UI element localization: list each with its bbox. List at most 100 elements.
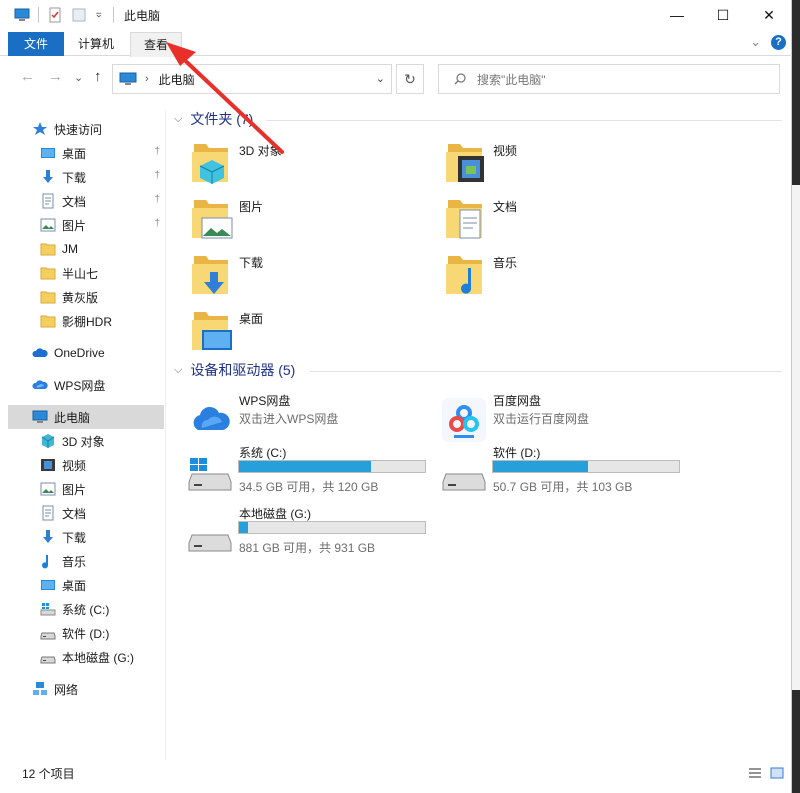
status-bar: 12 个项目 bbox=[0, 760, 792, 786]
pin-icon[interactable]: † bbox=[154, 218, 160, 229]
folder-item[interactable]: 桌面 bbox=[170, 306, 410, 356]
folder-label: 3D 对象 bbox=[239, 144, 282, 158]
breadcrumb-location[interactable]: 此电脑 bbox=[159, 71, 195, 88]
tab-computer[interactable]: 计算机 bbox=[68, 32, 124, 56]
devices-group-title: 设备和驱动器 (5) bbox=[190, 362, 296, 378]
drive-usage-fill bbox=[493, 461, 588, 472]
folder-item[interactable]: 下载 bbox=[170, 250, 410, 300]
window-title: 此电脑 bbox=[124, 8, 161, 23]
folder-icon bbox=[40, 289, 56, 305]
folder-item[interactable]: 文档 bbox=[424, 194, 664, 244]
close-button[interactable]: ✕ bbox=[746, 0, 792, 30]
drive-usage-bar bbox=[238, 521, 426, 534]
sidebar-item[interactable]: 半山七 bbox=[8, 261, 164, 285]
background-window-panel bbox=[792, 185, 800, 690]
sidebar-item[interactable]: 黄灰版 bbox=[8, 285, 164, 309]
up-button[interactable]: ↑ bbox=[94, 68, 102, 85]
drive-name: 系统 (C:) bbox=[239, 446, 287, 460]
drive-icon bbox=[442, 473, 486, 491]
forward-button[interactable]: → bbox=[48, 68, 63, 85]
customize-toolbar-icon[interactable] bbox=[95, 7, 105, 23]
folder-item[interactable]: 3D 对象 bbox=[170, 138, 410, 188]
collapse-chevron-icon[interactable]: ⌵ bbox=[174, 113, 182, 126]
picture-folder-icon bbox=[192, 200, 233, 239]
sidebar-item[interactable]: 视频 bbox=[8, 453, 164, 477]
sidebar-item-label: WPS网盘 bbox=[54, 378, 106, 393]
sidebar-item[interactable]: 3D 对象 bbox=[8, 429, 164, 453]
drive-usage-fill bbox=[239, 522, 249, 533]
wps-cloud-item[interactable]: WPS网盘 双击进入WPS网盘 bbox=[170, 392, 430, 448]
desktop-folder-icon bbox=[192, 312, 232, 350]
toolbar-divider bbox=[113, 7, 114, 23]
sidebar-item[interactable]: 影棚HDR bbox=[8, 309, 164, 333]
folder-icon bbox=[40, 265, 56, 281]
sidebar-item[interactable]: 下载 bbox=[8, 525, 164, 549]
folder-item[interactable]: 音乐 bbox=[424, 250, 664, 300]
collapse-chevron-icon[interactable]: ⌵ bbox=[174, 364, 182, 377]
sidebar-item[interactable]: 音乐 bbox=[8, 549, 164, 573]
maximize-button[interactable]: ☐ bbox=[700, 0, 746, 30]
sidebar-item[interactable]: 下载 † bbox=[8, 165, 164, 189]
sidebar-item[interactable]: 桌面 † bbox=[8, 141, 164, 165]
drive-item[interactable]: 本地磁盘 (G:) 881 GB 可用，共 931 GB bbox=[170, 505, 430, 561]
address-bar[interactable]: › 此电脑 ⌄ bbox=[112, 64, 392, 94]
sidebar-item[interactable]: 本地磁盘 (G:) bbox=[8, 645, 164, 669]
baidu-netdisk-item[interactable]: 百度网盘 双击运行百度网盘 bbox=[424, 392, 684, 448]
devices-group-header[interactable]: ⌵ 设备和驱动器 (5) bbox=[174, 359, 295, 381]
download-icon bbox=[40, 529, 56, 545]
sidebar-item[interactable]: 此电脑 bbox=[8, 405, 164, 429]
file-explorer-window: 此电脑 — ☐ ✕ 文件 计算机 查看 ⌄ ? ← → ⌄ ↑ › 此电脑 ⌄ … bbox=[0, 0, 792, 793]
cloud-icon bbox=[32, 345, 48, 361]
pin-icon[interactable]: † bbox=[154, 194, 160, 205]
help-button[interactable]: ? bbox=[771, 34, 786, 50]
video-icon bbox=[40, 457, 56, 473]
sidebar-item[interactable]: 图片 † bbox=[8, 213, 164, 237]
navigation-pane: 快速访问 桌面 † 下载 † 文档 † 图片 † JM 半山七 黄灰版 影棚HDR OneDrive WPS… bbox=[0, 110, 166, 760]
sidebar-item[interactable]: 文档 † bbox=[8, 189, 164, 213]
tab-view[interactable]: 查看 bbox=[130, 32, 182, 57]
sidebar-item[interactable]: WPS网盘 bbox=[8, 373, 164, 397]
folder-item[interactable]: 视频 bbox=[424, 138, 664, 188]
sidebar-item[interactable]: 软件 (D:) bbox=[8, 621, 164, 645]
sidebar-item-label: 桌面 bbox=[62, 578, 87, 593]
network-icon bbox=[32, 681, 48, 697]
picture-icon bbox=[40, 481, 56, 497]
sidebar-item[interactable]: OneDrive bbox=[8, 341, 164, 365]
new-folder-icon[interactable] bbox=[71, 7, 87, 23]
drive-usage-bar bbox=[238, 460, 426, 473]
baidu-netdisk-icon bbox=[442, 398, 486, 442]
sidebar-item-label: 快速访问 bbox=[54, 122, 103, 137]
large-icons-view-icon[interactable] bbox=[770, 767, 784, 779]
back-button[interactable]: ← bbox=[20, 68, 35, 85]
sidebar-item[interactable]: 网络 bbox=[8, 677, 164, 701]
minimize-button[interactable]: — bbox=[654, 0, 700, 30]
details-view-icon[interactable] bbox=[748, 767, 762, 779]
download-icon bbox=[40, 169, 56, 185]
sidebar-item[interactable]: 快速访问 bbox=[8, 117, 164, 141]
tab-file[interactable]: 文件 bbox=[8, 32, 64, 56]
sidebar-item-label: 本地磁盘 (G:) bbox=[62, 650, 134, 665]
sidebar-item[interactable]: JM bbox=[8, 237, 164, 261]
sidebar-item-label: 3D 对象 bbox=[62, 434, 105, 449]
refresh-button[interactable]: ↻ bbox=[396, 64, 424, 94]
sidebar-item[interactable]: 文档 bbox=[8, 501, 164, 525]
folders-group-header[interactable]: ⌵ 文件夹 (7) bbox=[174, 108, 253, 130]
properties-icon[interactable] bbox=[47, 7, 63, 23]
recent-locations-button[interactable]: ⌄ bbox=[74, 71, 83, 84]
pin-icon[interactable]: † bbox=[154, 170, 160, 181]
sidebar-item[interactable]: 桌面 bbox=[8, 573, 164, 597]
search-input[interactable]: 搜索"此电脑" bbox=[438, 64, 780, 94]
drive-item[interactable]: 软件 (D:) 50.7 GB 可用，共 103 GB bbox=[424, 444, 684, 500]
drive-item[interactable]: 系统 (C:) 34.5 GB 可用，共 120 GB bbox=[170, 444, 430, 500]
wps-cloud-icon bbox=[193, 406, 230, 430]
folder-label: 桌面 bbox=[239, 312, 264, 326]
sidebar-item[interactable]: 系统 (C:) bbox=[8, 597, 164, 621]
breadcrumb-separator[interactable]: › bbox=[145, 73, 149, 85]
window-controls: — ☐ ✕ bbox=[654, 0, 792, 30]
sidebar-item[interactable]: 图片 bbox=[8, 477, 164, 501]
pin-icon[interactable]: † bbox=[154, 146, 160, 157]
search-icon bbox=[454, 73, 466, 85]
expand-ribbon-button[interactable]: ⌄ bbox=[750, 34, 761, 50]
folder-item[interactable]: 图片 bbox=[170, 194, 410, 244]
address-dropdown-button[interactable]: ⌄ bbox=[376, 72, 385, 85]
